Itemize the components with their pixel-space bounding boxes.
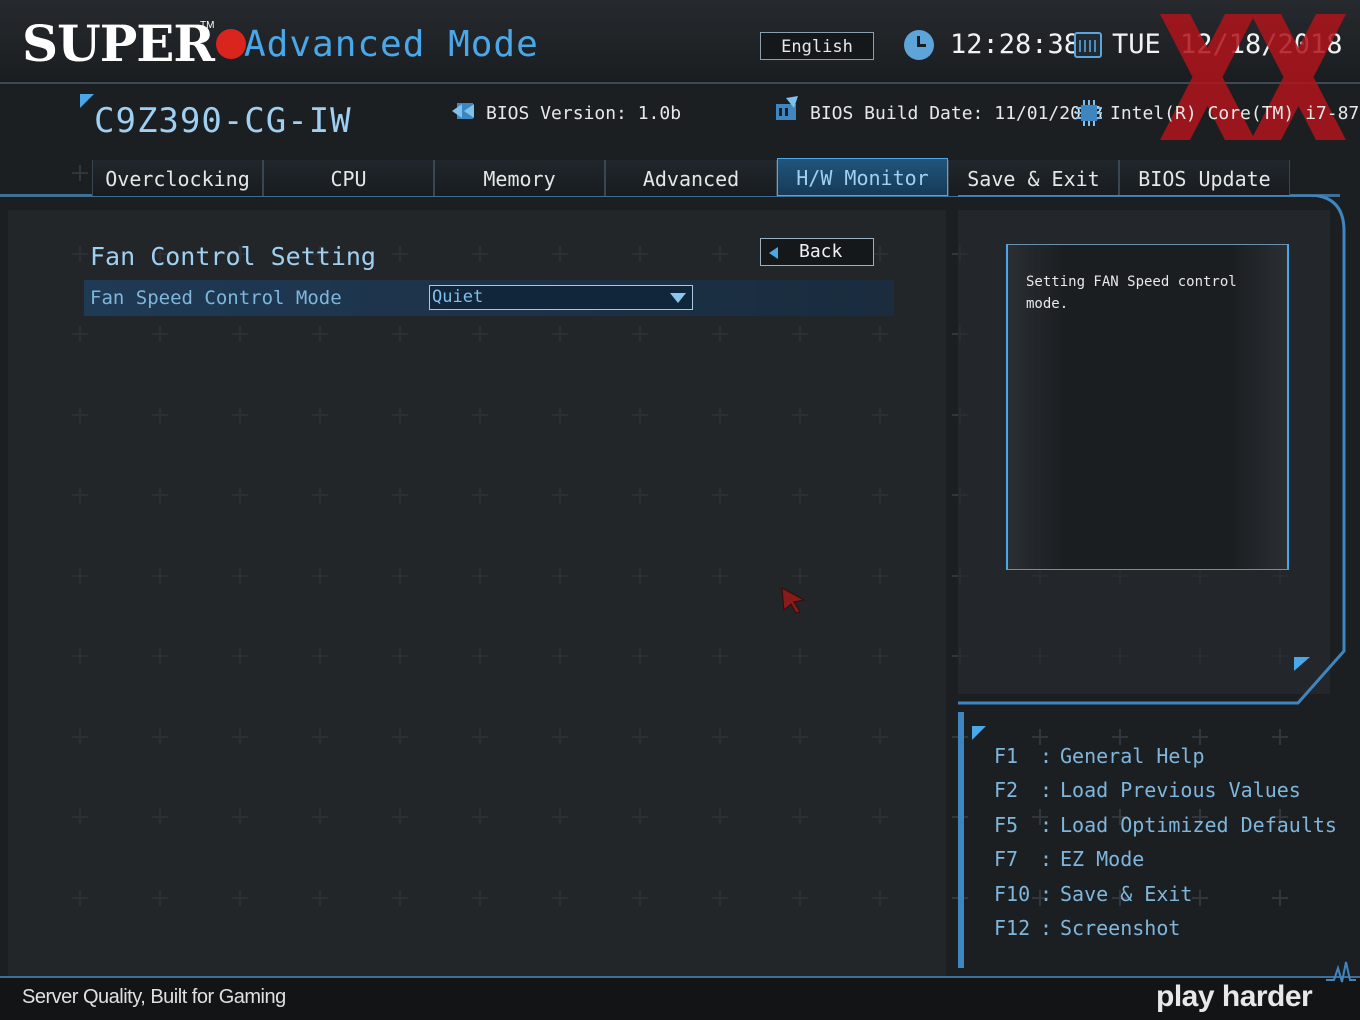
help-description-box: Setting FAN Speed control mode. <box>1006 244 1289 570</box>
legend-corner-icon <box>972 726 986 740</box>
key-legend-item: F5: Load Optimized Defaults <box>994 813 1337 837</box>
cpu-model: Intel(R) Core(TM) i7-8700K <box>1110 103 1360 124</box>
help-text: Setting FAN Speed control mode. <box>1026 274 1237 312</box>
logo-red-dot <box>215 29 246 59</box>
mouse-cursor-icon <box>781 587 806 614</box>
play-harder-logo: play harder <box>1156 980 1313 1013</box>
bios-chip-icon <box>452 103 474 119</box>
system-date: 12/18/2018 <box>1180 29 1343 60</box>
logo-trademark: TM <box>200 20 215 31</box>
setting-row-fan-speed-control-mode[interactable]: Fan Speed Control Mode Quiet <box>84 280 894 316</box>
cpu-icon <box>1076 100 1102 126</box>
key-legend-item: F1: General Help <box>994 744 1205 768</box>
top-header: SUPER TM Advanced Mode English 12:28:38 … <box>0 0 1360 84</box>
key-legend-item: F2: Load Previous Values <box>994 778 1301 802</box>
tab-memory[interactable]: Memory <box>434 160 605 196</box>
back-button[interactable]: Back <box>760 238 874 266</box>
bios-build-date: BIOS Build Date: 11/01/2018 <box>810 103 1103 124</box>
clock-icon <box>904 30 934 60</box>
pulse-line-icon <box>1326 961 1356 983</box>
language-button[interactable]: English <box>760 32 874 60</box>
tab-advanced[interactable]: Advanced <box>605 160 777 196</box>
tab-cpu[interactable]: CPU <box>263 160 434 196</box>
tab-save-exit[interactable]: Save & Exit <box>948 160 1119 196</box>
system-day: TUE <box>1112 29 1161 60</box>
build-tools-icon <box>776 96 798 120</box>
chevron-down-icon[interactable] <box>670 293 686 303</box>
tab-bios-update[interactable]: BIOS Update <box>1119 160 1290 196</box>
fan-mode-value: Quiet <box>432 287 484 307</box>
calendar-icon <box>1074 32 1102 58</box>
plus-pattern-mark <box>1272 890 1288 906</box>
plus-pattern-mark <box>1192 890 1208 906</box>
tab-hw-monitor[interactable]: H/W Monitor <box>777 158 948 196</box>
bios-version: BIOS Version: 1.0b <box>486 103 682 124</box>
footer-slogan: Server Quality, Built for Gaming <box>22 986 286 1008</box>
board-name: C9Z390-CG-IW <box>94 101 352 141</box>
tab-overclocking[interactable]: Overclocking <box>92 160 263 196</box>
setting-label: Fan Speed Control Mode <box>90 287 342 309</box>
back-label: Back <box>799 241 843 262</box>
plus-pattern-mark <box>72 165 88 181</box>
key-legend-item: F7: EZ Mode <box>994 847 1145 871</box>
key-legend-item: F12: Screenshot <box>994 916 1181 940</box>
section-title: Fan Control Setting <box>90 242 376 271</box>
system-time: 12:28:38 <box>950 29 1081 60</box>
back-arrow-icon <box>769 247 778 259</box>
key-legend-item: F10: Save & Exit <box>994 882 1193 906</box>
fan-mode-select[interactable]: Quiet <box>429 285 693 310</box>
mode-title: Advanced Mode <box>244 24 539 65</box>
corner-accent-icon <box>80 94 94 108</box>
plus-pattern-mark <box>1272 729 1288 745</box>
key-legend-bar <box>958 712 964 968</box>
